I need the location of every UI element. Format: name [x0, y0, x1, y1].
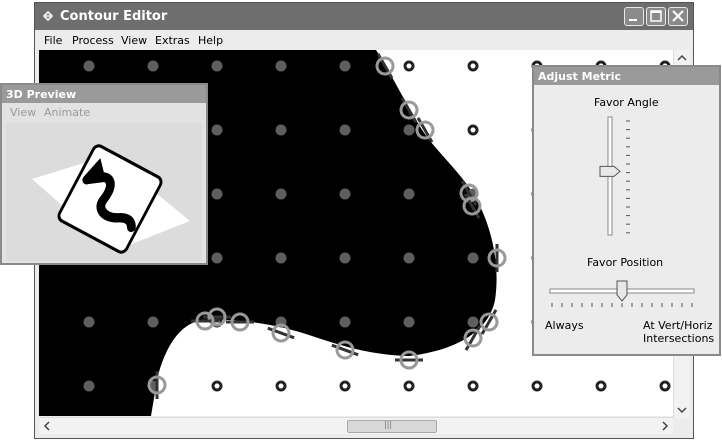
menu-file[interactable]: File [44, 34, 62, 47]
grid-point [275, 124, 287, 136]
scroll-grip: ||| [384, 420, 393, 429]
grid-point [467, 380, 479, 392]
grid-point [403, 252, 415, 264]
grid-point [83, 60, 95, 72]
app-icon [42, 10, 54, 22]
grid-point [211, 380, 223, 392]
grid-point [467, 316, 479, 328]
grid-point [339, 252, 351, 264]
grid-point [467, 252, 479, 264]
grid-point [339, 124, 351, 136]
grid-point [211, 124, 223, 136]
grid-point [339, 316, 351, 328]
road-sign-preview [32, 144, 190, 254]
always-label: Always [545, 319, 584, 332]
favor-position-slider[interactable] [548, 275, 698, 309]
grid-point [211, 252, 223, 264]
preview-menu-animate[interactable]: Animate [44, 106, 90, 119]
window-title: Contour Editor [60, 9, 168, 24]
grid-point [403, 60, 415, 72]
grid-point [275, 60, 287, 72]
maximize-button[interactable] [646, 7, 666, 26]
menu-bar: File Process View Extras Help [35, 30, 693, 50]
preview-window: 3D Preview View Animate [0, 83, 208, 265]
preview-title: 3D Preview [6, 88, 77, 101]
title-bar[interactable]: Contour Editor [35, 3, 693, 30]
grid-point [275, 188, 287, 200]
grid-point [403, 188, 415, 200]
adjust-metric-window: Adjust Metric Favor Angle Favor Position… [532, 65, 721, 356]
scroll-thumb[interactable]: ||| [347, 420, 437, 433]
grid-point [147, 316, 159, 328]
minimize-button[interactable] [624, 7, 644, 26]
grid-point [147, 60, 159, 72]
grid-point [467, 60, 479, 72]
menu-view[interactable]: View [121, 34, 147, 47]
favor-angle-thumb[interactable] [599, 165, 621, 177]
preview-canvas[interactable] [6, 123, 202, 261]
grid-point [339, 188, 351, 200]
grid-point [83, 380, 95, 392]
close-icon [672, 10, 684, 22]
grid-point [659, 380, 671, 392]
grid-point [531, 380, 543, 392]
preview-menu-bar: View Animate [2, 103, 206, 121]
favor-position-thumb[interactable] [616, 280, 628, 302]
menu-process[interactable]: Process [72, 34, 114, 47]
horizontal-scrollbar[interactable]: ||| [39, 417, 673, 434]
grid-point [595, 380, 607, 392]
grid-point [403, 380, 415, 392]
favor-angle-label: Favor Angle [594, 96, 659, 109]
grid-point [211, 60, 223, 72]
grid-point [211, 188, 223, 200]
grid-point [467, 124, 479, 136]
preview-title-bar[interactable]: 3D Preview [2, 85, 206, 103]
minimize-icon [629, 19, 637, 21]
grid-point [275, 380, 287, 392]
vert-horiz-label: At Vert/Horiz [643, 319, 713, 332]
maximize-icon [650, 10, 662, 22]
preview-menu-view[interactable]: View [10, 106, 36, 119]
favor-position-label: Favor Position [587, 256, 664, 269]
grid-point [275, 252, 287, 264]
grid-point [339, 380, 351, 392]
grid-point [83, 316, 95, 328]
grid-point [403, 124, 415, 136]
favor-angle-slider[interactable] [594, 115, 634, 239]
close-button[interactable] [668, 7, 688, 26]
grid-point [403, 316, 415, 328]
grid-point [339, 60, 351, 72]
menu-extras[interactable]: Extras [155, 34, 190, 47]
metric-title-bar[interactable]: Adjust Metric [534, 67, 719, 85]
intersections-label: Intersections [643, 332, 715, 345]
metric-title: Adjust Metric [538, 70, 622, 83]
menu-help[interactable]: Help [198, 34, 223, 47]
